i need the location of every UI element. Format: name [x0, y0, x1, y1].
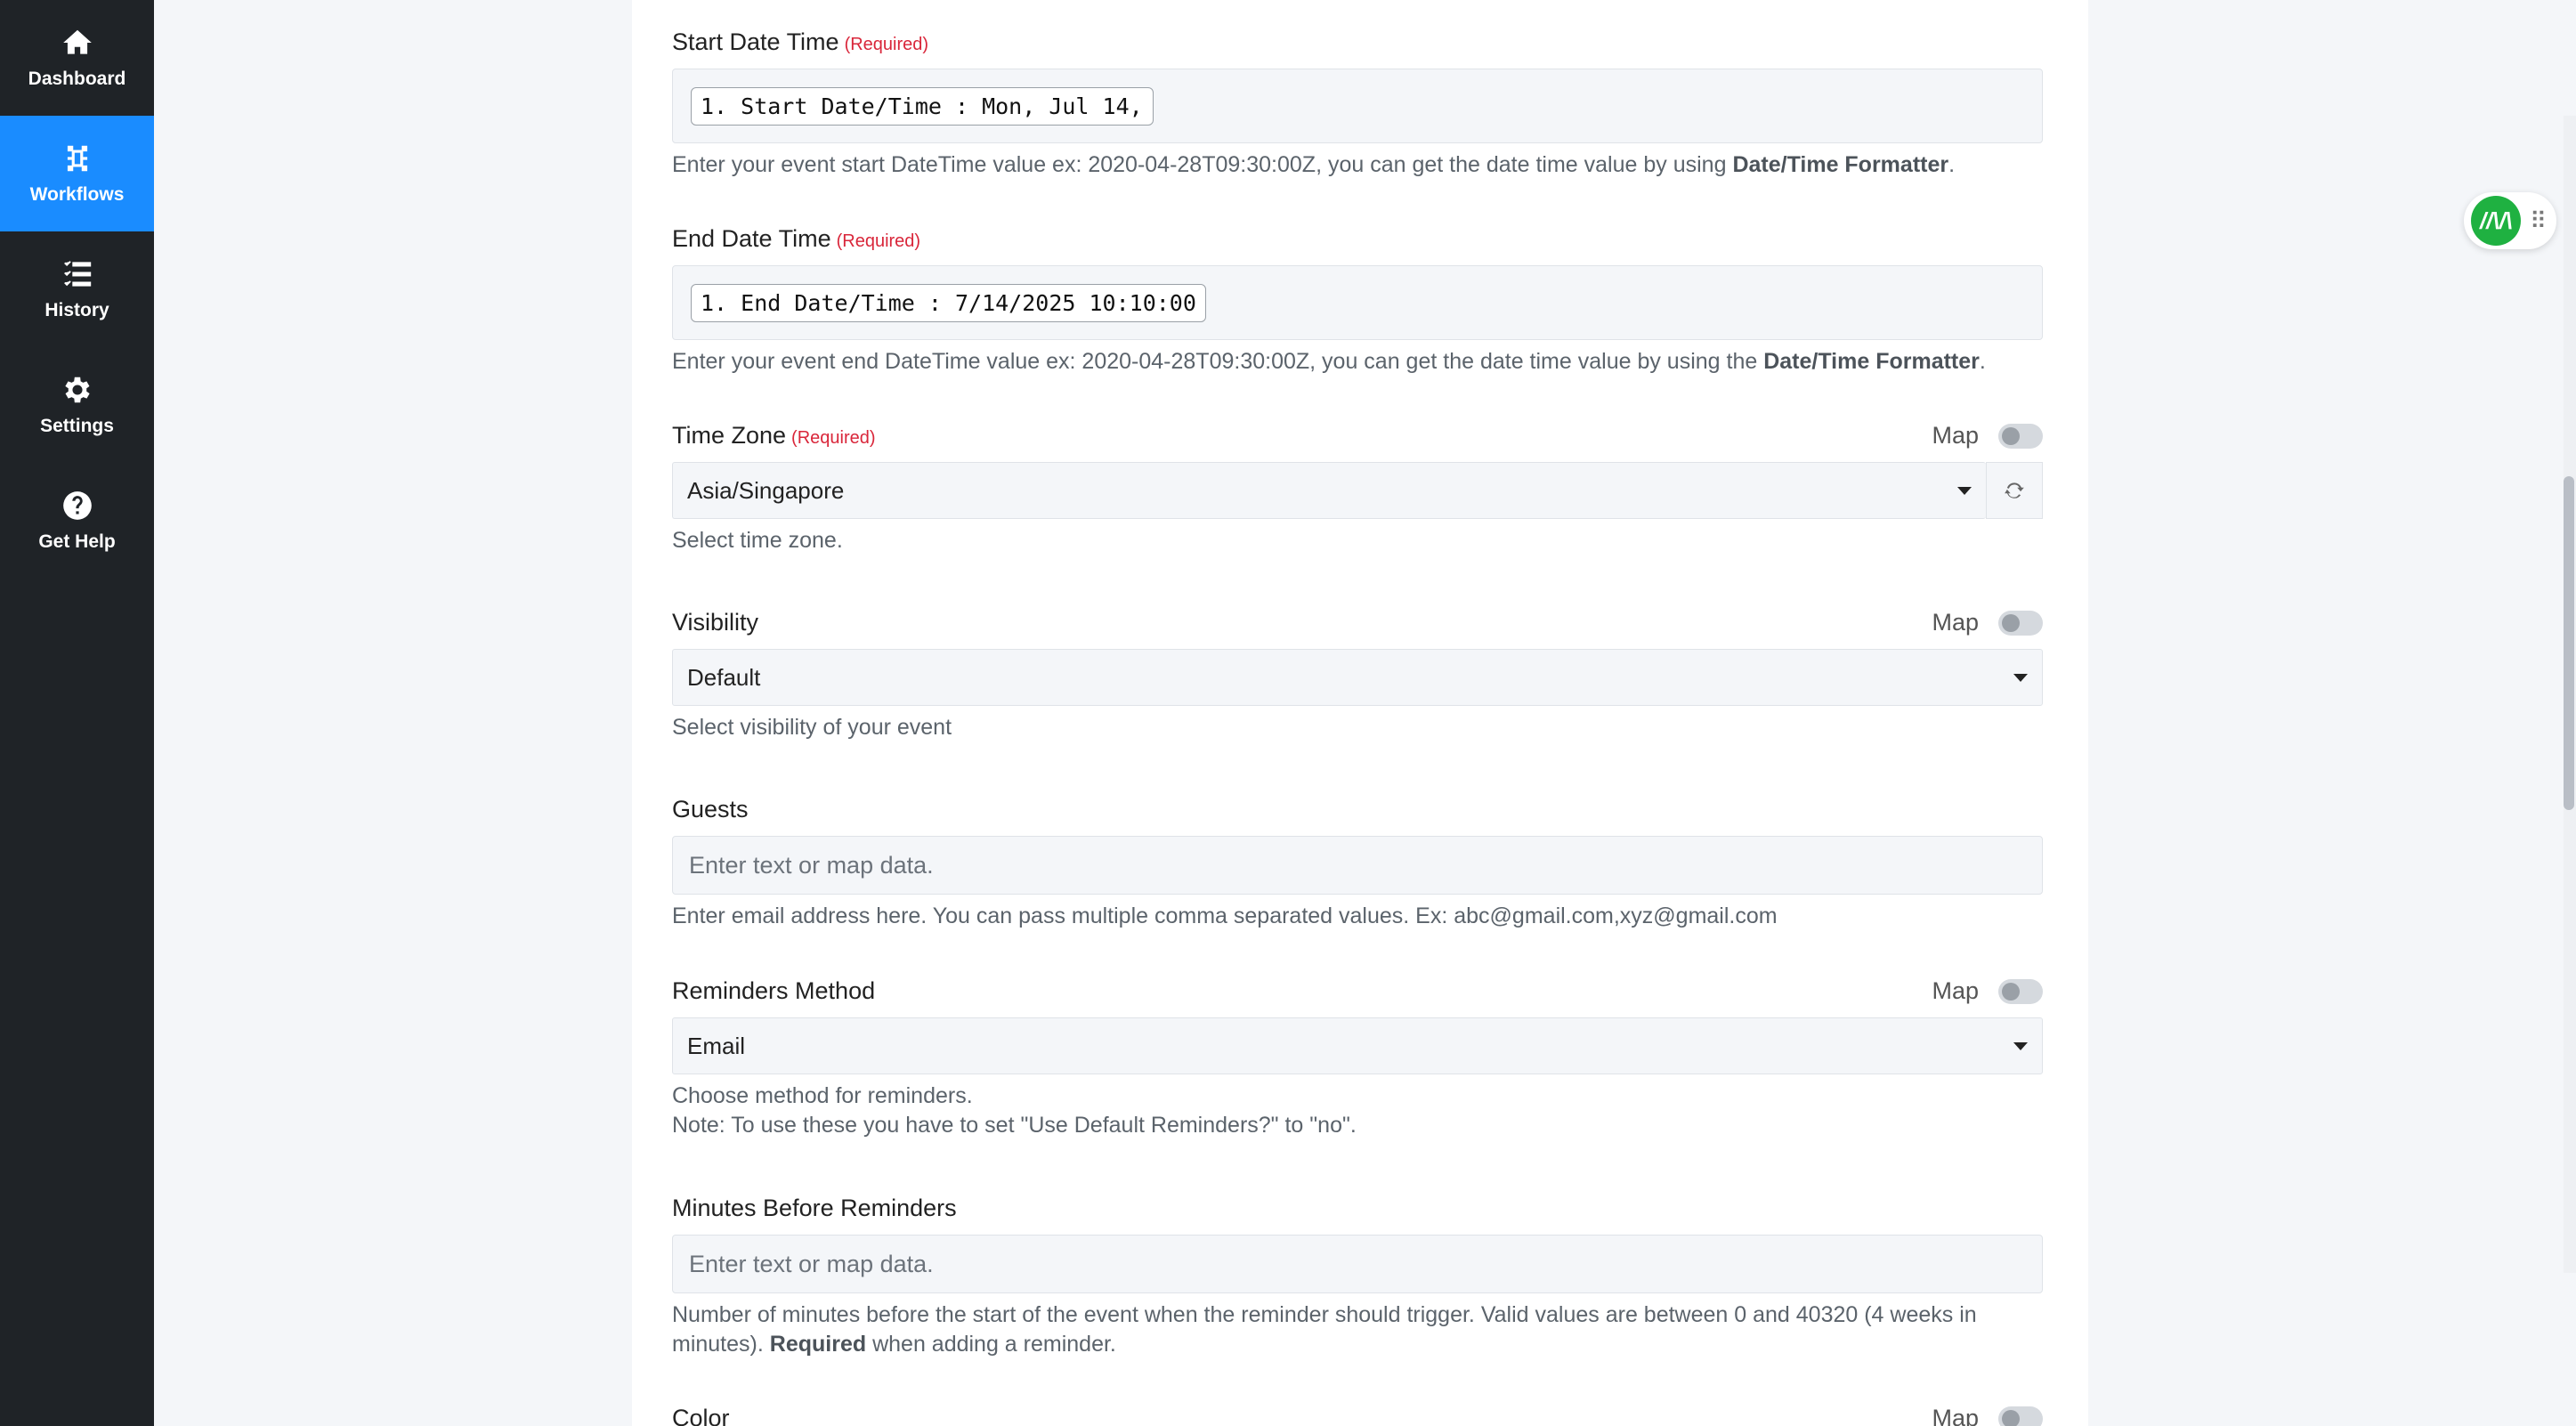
required-marker: (Required) [836, 231, 921, 251]
visibility-select[interactable]: Default [672, 649, 2043, 706]
map-label: Map [1932, 422, 1979, 449]
gear-icon [64, 377, 90, 403]
color-label: Color [672, 1405, 730, 1426]
map-switch[interactable] [1998, 1406, 2043, 1426]
color-field: Color Map [672, 1405, 2043, 1426]
map-toggle: Map [1932, 422, 2043, 450]
help-icon [62, 491, 92, 520]
start-date-input[interactable]: 1. Start Date/Time : Mon, Jul 14, 9:00: [672, 69, 2043, 143]
sidebar-item-settings[interactable]: Settings [0, 347, 154, 463]
time-zone-select[interactable]: Asia/Singapore [672, 462, 1986, 519]
end-date-field: End Date Time (Required) 1. End Date/Tim… [672, 225, 2043, 377]
sidebar-item-workflows[interactable]: Workflows [0, 116, 154, 231]
minutes-before-input[interactable] [672, 1235, 2043, 1293]
map-label: Map [1932, 977, 1979, 1004]
reminders-method-label: Reminders Method [672, 977, 876, 1004]
map-switch[interactable] [1998, 610, 2043, 636]
caret-down-icon [1957, 486, 1972, 495]
workflow-icon [67, 145, 87, 172]
form-panel: Start Date Time (Required) 1. Start Date… [632, 0, 2088, 1426]
map-switch[interactable] [1998, 423, 2043, 449]
reminders-method-help: Choose method for reminders. Note: To us… [672, 1083, 1357, 1138]
scrollbar-thumb[interactable] [2564, 476, 2574, 810]
select-value: Asia/Singapore [687, 476, 845, 504]
start-date-help: Enter your event start DateTime value ex… [672, 152, 1956, 177]
map-toggle: Map [1932, 609, 2043, 636]
app-logo-icon[interactable]: //\/\ [2471, 196, 2521, 246]
start-date-field: Start Date Time (Required) 1. Start Date… [672, 28, 2043, 180]
visibility-field: Visibility Map Default Select visibility… [672, 609, 2043, 742]
required-marker: (Required) [791, 428, 876, 448]
minutes-before-field: Minutes Before Reminders Number of minut… [672, 1195, 2043, 1359]
sidebar-item-label: Get Help [38, 531, 116, 552]
caret-down-icon [2013, 673, 2028, 682]
guests-label: Guests [672, 796, 749, 822]
time-zone-help: Select time zone. [672, 528, 843, 553]
select-value: Email [687, 1032, 746, 1059]
drag-grip-icon[interactable]: ⠿ [2530, 207, 2547, 235]
map-label: Map [1932, 1405, 1979, 1426]
time-zone-label: Time Zone (Required) [672, 422, 876, 449]
mapped-data-chip[interactable]: 1. Start Date/Time : Mon, Jul 14, 9:00: [691, 86, 1154, 126]
guests-input[interactable] [672, 836, 2043, 895]
time-zone-field: Time Zone (Required) Map Asia/Singapore … [672, 422, 2043, 555]
caret-down-icon [2013, 1041, 2028, 1050]
sidebar-item-label: History [45, 300, 109, 320]
minutes-before-help: Number of minutes before the start of th… [672, 1302, 1977, 1357]
reminders-method-select[interactable]: Email [672, 1017, 2043, 1074]
list-icon [63, 261, 91, 287]
map-switch[interactable] [1998, 978, 2043, 1004]
minutes-before-label: Minutes Before Reminders [672, 1195, 957, 1221]
guests-help: Enter email address here. You can pass m… [672, 903, 1778, 928]
floating-widget[interactable]: //\/\ ⠿ [2464, 192, 2556, 249]
sidebar-item-get-help[interactable]: Get Help [0, 463, 154, 579]
end-date-help: Enter your event end DateTime value ex: … [672, 349, 1986, 374]
visibility-label: Visibility [672, 609, 759, 636]
reminders-method-field: Reminders Method Map Email Choose method… [672, 977, 2043, 1140]
refresh-icon [2005, 482, 2024, 498]
select-value: Default [687, 663, 761, 691]
sidebar-item-history[interactable]: History [0, 231, 154, 347]
mapped-data-chip[interactable]: 1. End Date/Time : 7/14/2025 10:10:00 [691, 283, 1206, 322]
guests-field: Guests Enter email address here. You can… [672, 796, 2043, 931]
visibility-help: Select visibility of your event [672, 715, 952, 740]
map-label: Map [1932, 609, 1979, 636]
refresh-button[interactable] [1986, 462, 2043, 519]
sidebar-item-label: Dashboard [28, 69, 126, 89]
home-icon [62, 29, 92, 54]
end-date-label: End Date Time (Required) [672, 225, 921, 252]
required-marker: (Required) [844, 35, 929, 54]
sidebar: Dashboard Workflows History Settings Get… [0, 0, 154, 1426]
end-date-input[interactable]: 1. End Date/Time : 7/14/2025 10:10:00 [672, 265, 2043, 340]
sidebar-item-label: Workflows [29, 184, 125, 205]
map-toggle: Map [1932, 977, 2043, 1005]
sidebar-item-dashboard[interactable]: Dashboard [0, 0, 154, 116]
map-toggle: Map [1932, 1405, 2043, 1426]
start-date-label: Start Date Time (Required) [672, 28, 929, 55]
sidebar-item-label: Settings [40, 416, 114, 436]
